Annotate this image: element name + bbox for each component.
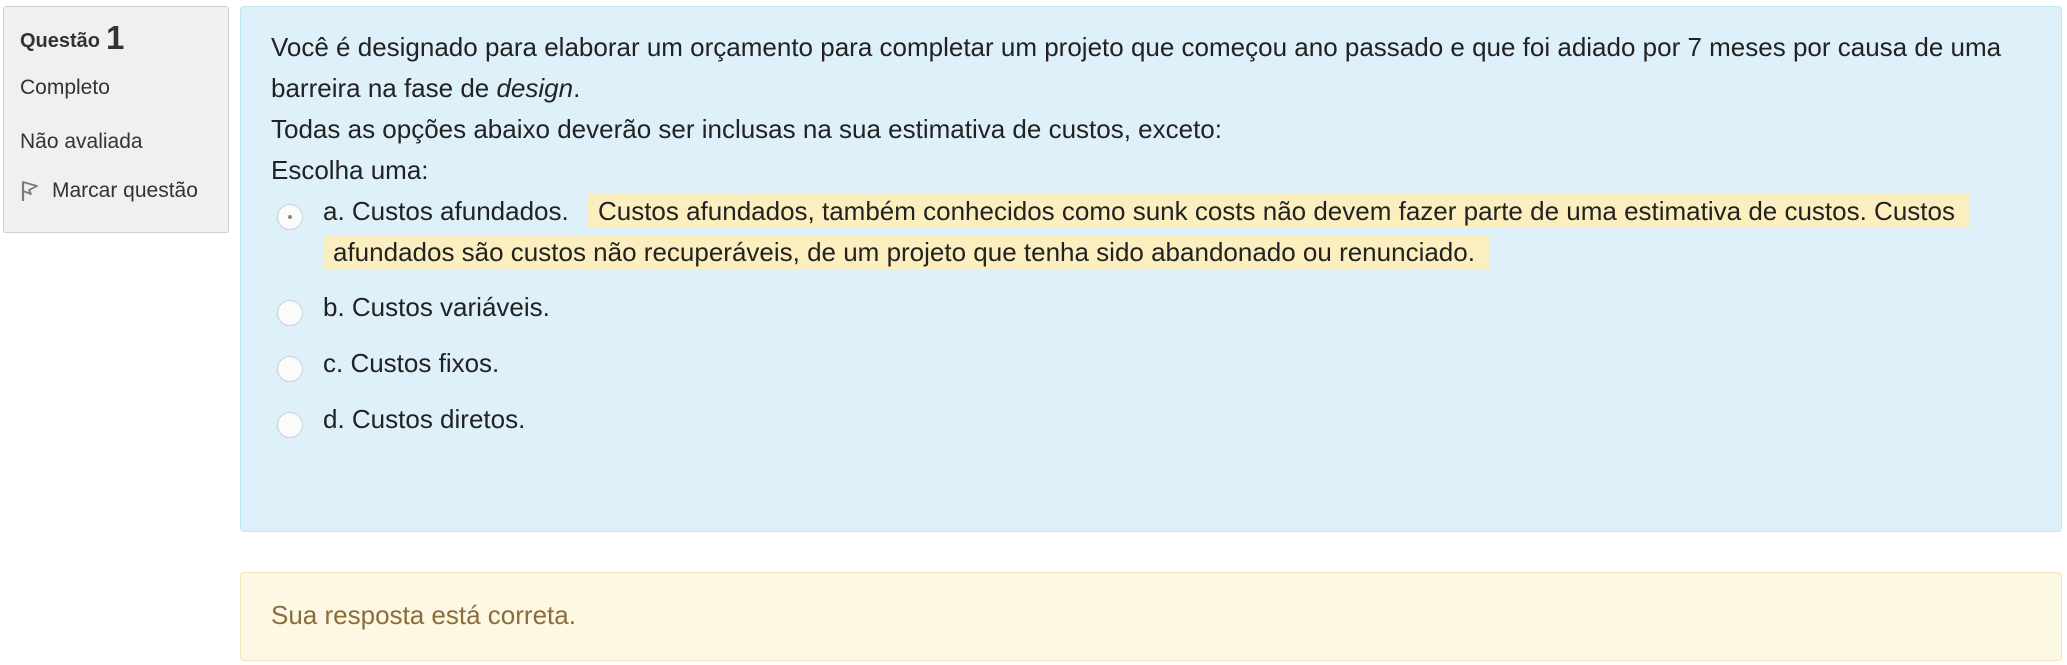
answer-list: a. Custos afundados. Custos afundados, t… bbox=[271, 191, 2033, 440]
answer-label-d: d. Custos diretos. bbox=[323, 404, 526, 434]
answer-option-b[interactable]: b. Custos variáveis. bbox=[271, 287, 2033, 328]
outcome-message: Sua resposta está correta. bbox=[271, 600, 576, 630]
question-text-emphasis: design bbox=[496, 73, 574, 103]
question-text-secondary: Todas as opções abaixo deverão ser inclu… bbox=[271, 114, 1222, 144]
question-content: Você é designado para elaborar um orçame… bbox=[240, 6, 2062, 532]
answer-radio-c[interactable] bbox=[277, 356, 303, 382]
question-label: Questão bbox=[20, 30, 101, 52]
answer-feedback-a: Custos afundados, também conhecidos como… bbox=[323, 194, 1969, 269]
answer-option-d[interactable]: d. Custos diretos. bbox=[271, 399, 2033, 440]
answer-radio-d[interactable] bbox=[277, 412, 303, 438]
question-state: Completo bbox=[20, 76, 110, 99]
outcome-feedback: Sua resposta está correta. bbox=[240, 572, 2062, 661]
answer-radio-a[interactable] bbox=[277, 204, 303, 230]
question-number: Questão 1 bbox=[20, 21, 228, 55]
question-info-panel: Questão 1 Completo Não avaliada Marcar qu… bbox=[3, 6, 229, 233]
answer-label-a: a. Custos afundados. bbox=[323, 196, 569, 226]
answer-label-c: c. Custos fixos. bbox=[323, 348, 500, 378]
answer-radio-b[interactable] bbox=[277, 300, 303, 326]
question-text: Você é designado para elaborar um orçame… bbox=[271, 27, 2033, 109]
answer-option-a[interactable]: a. Custos afundados. Custos afundados, t… bbox=[271, 191, 2033, 273]
flag-question-link[interactable]: Marcar questão bbox=[20, 179, 228, 203]
choose-one-prompt: Escolha uma: bbox=[271, 155, 429, 185]
answer-option-c[interactable]: c. Custos fixos. bbox=[271, 343, 2033, 384]
answer-label-b: b. Custos variáveis. bbox=[323, 292, 550, 322]
question-number-value: 1 bbox=[106, 19, 125, 56]
flag-icon bbox=[21, 181, 38, 201]
flag-question-label: Marcar questão bbox=[52, 179, 198, 202]
question-grade: Não avaliada bbox=[20, 130, 143, 153]
question-text-part2: . bbox=[573, 73, 581, 103]
